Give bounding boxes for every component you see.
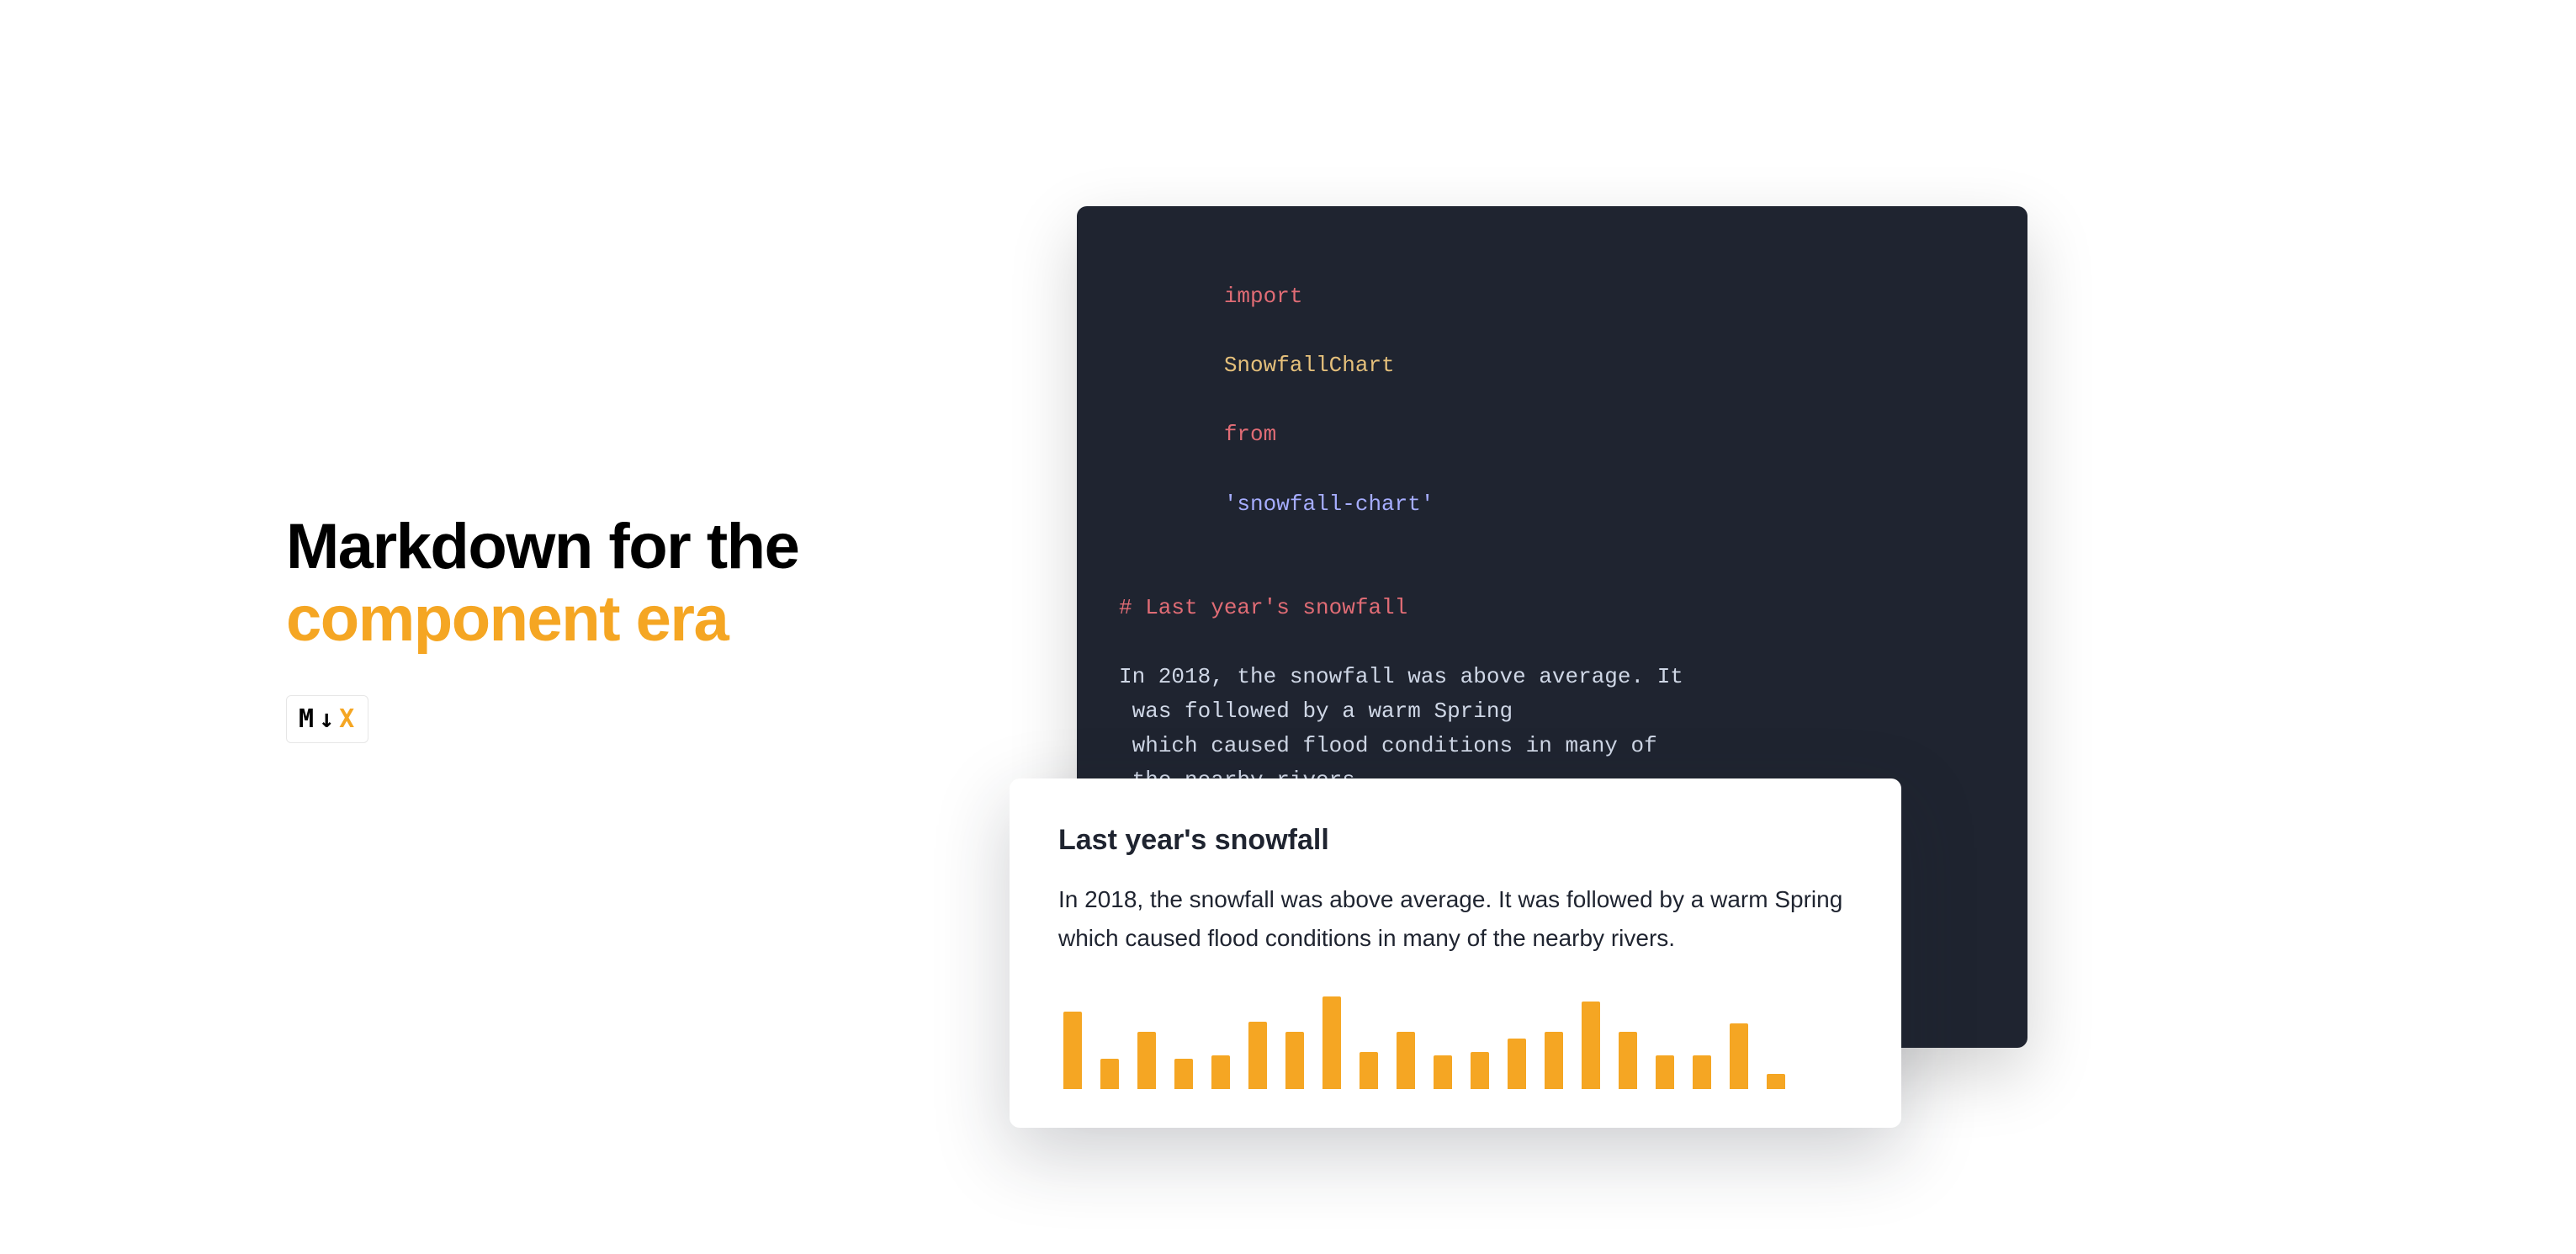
render-card: Last year's snowfall In 2018, the snowfa… bbox=[1010, 778, 1901, 1128]
chart-bar bbox=[1285, 1032, 1304, 1089]
chart-bar bbox=[1545, 1032, 1563, 1089]
code-import-kw: import bbox=[1224, 284, 1303, 309]
chart-bar bbox=[1508, 1039, 1526, 1089]
code-md-heading: # Last year's snowfall bbox=[1119, 591, 1985, 625]
chart-bar bbox=[1211, 1055, 1230, 1089]
chart-bar bbox=[1248, 1022, 1267, 1089]
chart-bar bbox=[1063, 1012, 1082, 1089]
render-heading: Last year's snowfall bbox=[1058, 824, 1852, 857]
code-import-id: SnowfallChart bbox=[1224, 353, 1395, 378]
chart-bar bbox=[1322, 996, 1341, 1089]
chart-bar bbox=[1656, 1055, 1674, 1089]
chart-bar bbox=[1100, 1059, 1119, 1089]
chart-bar bbox=[1137, 1032, 1156, 1089]
code-from-kw: from bbox=[1224, 422, 1276, 447]
chart-bar bbox=[1397, 1032, 1415, 1089]
chart-bar bbox=[1582, 1002, 1600, 1089]
chart-bar bbox=[1619, 1032, 1637, 1089]
chart-bar bbox=[1174, 1059, 1193, 1089]
mdx-logo-badge: M ↓ X bbox=[286, 695, 368, 743]
chart-bar bbox=[1693, 1055, 1711, 1089]
hero-text: Markdown for the component era M ↓ X bbox=[286, 511, 976, 742]
logo-x: X bbox=[339, 704, 356, 734]
chart-bar bbox=[1434, 1055, 1452, 1089]
headline: Markdown for the component era bbox=[286, 511, 925, 654]
logo-m: M bbox=[299, 704, 315, 734]
chart-bar bbox=[1730, 1023, 1748, 1089]
chart-bar bbox=[1767, 1074, 1785, 1089]
chart-bar bbox=[1471, 1052, 1489, 1089]
arrow-down-icon: ↓ bbox=[319, 704, 336, 734]
snowfall-bar-chart bbox=[1058, 988, 1852, 1089]
headline-line2: component era bbox=[286, 583, 728, 655]
code-import-src: 'snowfall-chart' bbox=[1224, 492, 1434, 517]
chart-bar bbox=[1360, 1052, 1378, 1089]
render-body: In 2018, the snowfall was above average.… bbox=[1058, 880, 1852, 958]
code-body: In 2018, the snowfall was above average.… bbox=[1119, 660, 1985, 798]
headline-line1: Markdown for the bbox=[286, 511, 798, 582]
